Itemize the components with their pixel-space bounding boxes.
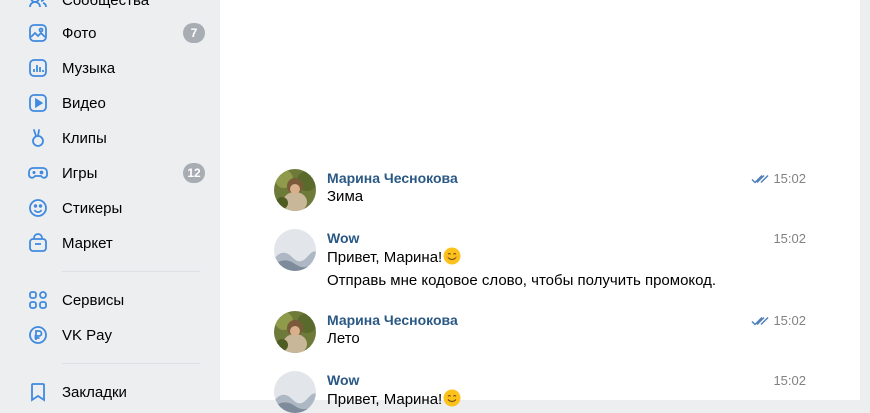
smiling-face-emoji-icon (443, 247, 461, 271)
message-text: Отправь мне кодовое слово, чтобы получит… (327, 272, 717, 289)
message-time-text: 15:02 (773, 373, 806, 388)
sidebar-item-label: Стикеры (62, 199, 123, 217)
sidebar-item-label: Закладки (62, 383, 127, 401)
games-icon (28, 163, 48, 183)
message-author[interactable]: Марина Чеснокова (327, 169, 806, 187)
message-time: 15:02 (751, 313, 806, 328)
avatar[interactable] (274, 311, 316, 353)
double-check-icon (751, 316, 769, 326)
message-time: 15:02 (751, 171, 806, 186)
games-count-badge: 12 (183, 163, 205, 183)
bookmark-icon (28, 382, 48, 402)
page-right-margin (860, 0, 870, 400)
sidebar-item-photo[interactable]: Фото 7 (28, 18, 208, 48)
sidebar-item-label: Сервисы (62, 291, 125, 309)
message-time-text: 15:02 (773, 313, 806, 328)
message-time: 15:02 (773, 373, 806, 388)
left-sidebar: Сообщества Фото 7 Музыка Видео Клипы Игр… (0, 0, 220, 402)
message-text-line: Привет, Марина! (327, 249, 443, 266)
message-text: Лето (327, 330, 360, 347)
sidebar-item-video[interactable]: Видео (28, 88, 208, 118)
sidebar-item-label: Видео (62, 94, 106, 112)
communities-icon (28, 0, 48, 10)
message-time-text: 15:02 (773, 171, 806, 186)
sidebar-item-market[interactable]: Маркет (28, 228, 208, 258)
smile-icon (28, 198, 48, 218)
avatar-placeholder[interactable] (274, 371, 316, 413)
sidebar-item-bookmarks[interactable]: Закладки (28, 377, 208, 407)
ruble-icon (28, 325, 48, 345)
sidebar-item-label: VK Pay (62, 326, 113, 344)
smiling-face-emoji-icon (443, 389, 461, 413)
music-icon (28, 58, 48, 78)
message-text: Привет, Марина! (327, 389, 806, 413)
sidebar-item-stickers[interactable]: Стикеры (28, 193, 208, 223)
sidebar-item-services[interactable]: Сервисы (28, 285, 208, 315)
message-time-text: 15:02 (773, 231, 806, 246)
market-bag-icon (28, 233, 48, 253)
message-time: 15:02 (773, 231, 806, 246)
sidebar-item-label: Фото (62, 24, 97, 42)
clips-icon (28, 128, 48, 148)
message-author[interactable]: Wow (327, 229, 806, 247)
sidebar-item-label: Клипы (62, 129, 107, 147)
message-text: Зима (327, 188, 364, 205)
avatar[interactable] (274, 169, 316, 211)
message-author[interactable]: Wow (327, 371, 806, 389)
sidebar-item-communities[interactable]: Сообщества (28, 0, 208, 15)
sidebar-item-games[interactable]: Игры 12 (28, 158, 208, 188)
chat-history-panel: Марина Чеснокова Зима 15:02 Wow Привет, … (220, 0, 860, 413)
avatar-placeholder[interactable] (274, 229, 316, 271)
sidebar-item-label: Маркет (62, 234, 113, 252)
sidebar-item-label: Игры (62, 164, 98, 182)
message-text: Привет, Марина! (327, 247, 806, 271)
sidebar-divider (62, 363, 200, 364)
sidebar-item-music[interactable]: Музыка (28, 53, 208, 83)
sidebar-divider (62, 271, 200, 272)
sidebar-item-clips[interactable]: Клипы (28, 123, 208, 153)
sidebar-item-label: Музыка (62, 59, 116, 77)
photo-count-badge: 7 (183, 23, 205, 43)
photo-icon (28, 23, 48, 43)
services-grid-icon (28, 290, 48, 310)
sidebar-item-label: Сообщества (62, 0, 150, 9)
sidebar-item-vkpay[interactable]: VK Pay (28, 320, 208, 350)
message-author[interactable]: Марина Чеснокова (327, 311, 806, 329)
double-check-icon (751, 174, 769, 184)
video-icon (28, 93, 48, 113)
